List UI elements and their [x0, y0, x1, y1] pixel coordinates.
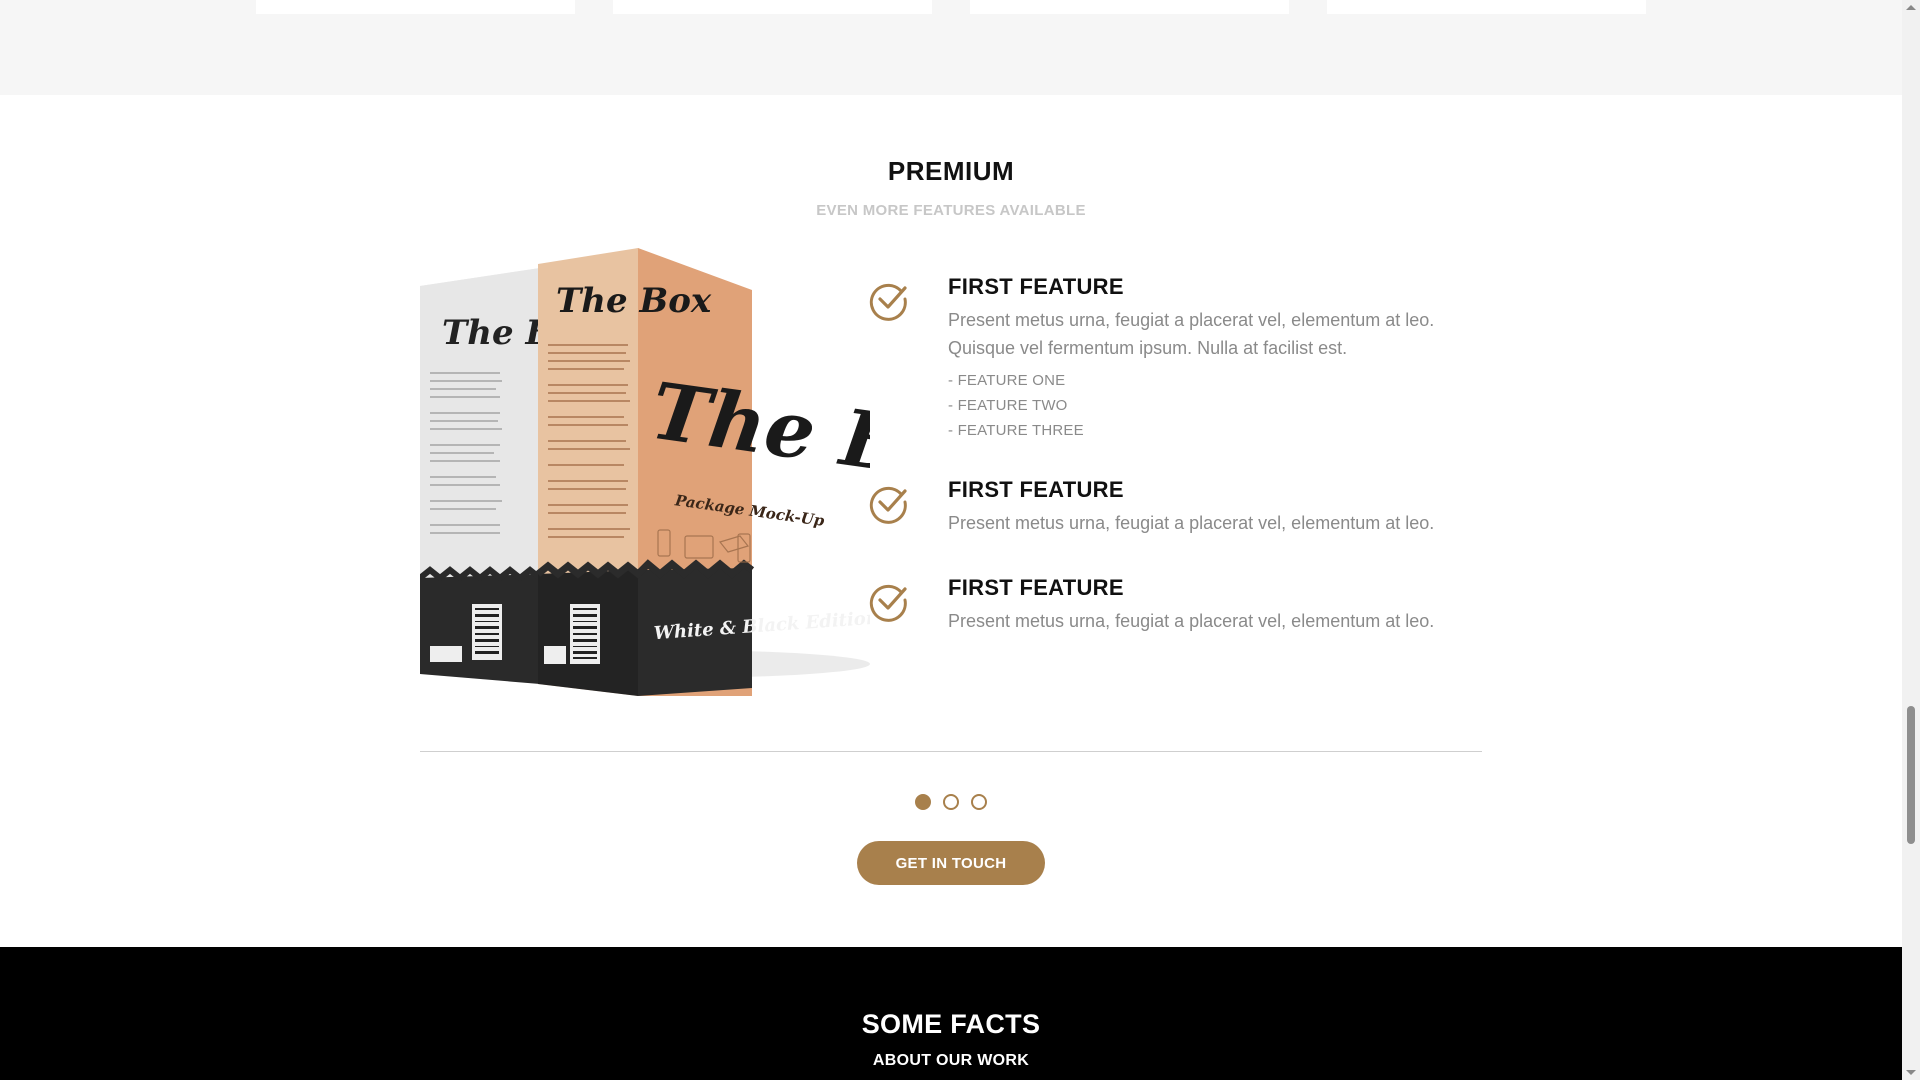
- scroll-thumb[interactable]: [1907, 706, 1915, 844]
- feature-title: FIRST FEATURE: [948, 477, 1124, 502]
- scroll-up-arrow-icon[interactable]: [1906, 5, 1916, 10]
- carousel-dot-3[interactable]: [971, 794, 987, 810]
- feature-bullet: - FEATURE TWO: [948, 397, 1068, 414]
- facts-title: SOME FACTS: [861, 1009, 1041, 1039]
- get-in-touch-button[interactable]: GET IN TOUCH: [857, 841, 1045, 885]
- feature-description: Present metus urna, feugiat a placerat v…: [948, 611, 1435, 631]
- facts-section: SOME FACTS ABOUT OUR WORK: [0, 947, 1902, 1080]
- check-circle-icon: [869, 486, 907, 524]
- page-scrollbar[interactable]: [1902, 0, 1920, 1080]
- feature-bullets: - FEATURE ONE - FEATURE TWO - FEATURE TH…: [948, 368, 1488, 443]
- previous-section-band: [0, 0, 1902, 95]
- front-box: The Box The Box Package Mock-Up White & …: [535, 248, 870, 696]
- feature-bullet: - FEATURE THREE: [948, 422, 1084, 439]
- carousel-pagination: [0, 794, 1902, 810]
- carousel-dot-2[interactable]: [943, 794, 959, 810]
- premium-title: PREMIUM: [887, 156, 1015, 186]
- scroll-down-arrow-icon[interactable]: [1906, 1070, 1916, 1075]
- side-box-logo: The Box: [556, 281, 712, 321]
- feature-title: FIRST FEATURE: [948, 274, 1124, 299]
- premium-subtitle: EVEN MORE FEATURES AVAILABLE: [816, 202, 1086, 219]
- previous-card: [970, 0, 1289, 14]
- section-divider: [420, 751, 1482, 752]
- previous-card: [613, 0, 932, 14]
- carousel-dot-1[interactable]: [915, 794, 931, 810]
- feature-description: Present metus urna, feugiat a placerat v…: [948, 310, 1435, 358]
- feature-description: Present metus urna, feugiat a placerat v…: [948, 513, 1435, 533]
- feature-title: FIRST FEATURE: [948, 575, 1124, 600]
- check-circle-icon: [869, 283, 907, 321]
- facts-subtitle: ABOUT OUR WORK: [872, 1052, 1030, 1069]
- previous-card: [1327, 0, 1646, 14]
- product-boxes-image: The Box The Box The Box Package Mock-Up …: [420, 248, 870, 696]
- previous-card: [256, 0, 575, 14]
- feature-bullet: - FEATURE ONE: [948, 372, 1066, 389]
- check-circle-icon: [869, 584, 907, 622]
